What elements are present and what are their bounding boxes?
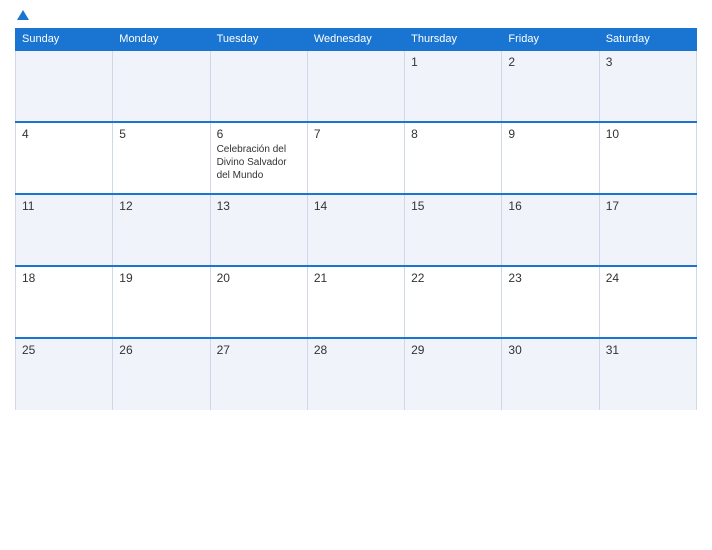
weekday-row: SundayMondayTuesdayWednesdayThursdayFrid… bbox=[16, 29, 697, 51]
calendar-cell: 6 Celebración del Divino Salvador del Mun… bbox=[210, 122, 307, 194]
weekday-header-saturday: Saturday bbox=[599, 29, 696, 51]
day-number: 1 bbox=[411, 55, 495, 69]
day-number: 18 bbox=[22, 271, 106, 285]
calendar-cell: 21 bbox=[307, 266, 404, 338]
calendar-cell bbox=[113, 50, 210, 122]
day-number: 17 bbox=[606, 199, 690, 213]
day-number: 20 bbox=[217, 271, 301, 285]
calendar-cell: 8 bbox=[405, 122, 502, 194]
calendar-body: 123456Celebración del Divino Salvador de… bbox=[16, 50, 697, 410]
calendar-cell: 31 bbox=[599, 338, 696, 410]
week-row-3: 18 19 20 21 22 23 24 bbox=[16, 266, 697, 338]
calendar-cell: 11 bbox=[16, 194, 113, 266]
header bbox=[15, 10, 697, 20]
day-number: 30 bbox=[508, 343, 592, 357]
day-number: 4 bbox=[22, 127, 106, 141]
day-number: 14 bbox=[314, 199, 398, 213]
calendar-cell: 2 bbox=[502, 50, 599, 122]
calendar-cell: 18 bbox=[16, 266, 113, 338]
day-number: 28 bbox=[314, 343, 398, 357]
calendar-cell bbox=[16, 50, 113, 122]
calendar-cell: 19 bbox=[113, 266, 210, 338]
day-number: 12 bbox=[119, 199, 203, 213]
calendar-page: SundayMondayTuesdayWednesdayThursdayFrid… bbox=[0, 0, 712, 550]
logo bbox=[15, 10, 29, 20]
calendar-cell: 26 bbox=[113, 338, 210, 410]
day-number: 13 bbox=[217, 199, 301, 213]
event-label: Celebración del Divino Salvador del Mund… bbox=[217, 143, 301, 182]
calendar-cell: 28 bbox=[307, 338, 404, 410]
day-number: 23 bbox=[508, 271, 592, 285]
day-number: 2 bbox=[508, 55, 592, 69]
day-number: 29 bbox=[411, 343, 495, 357]
calendar-cell: 30 bbox=[502, 338, 599, 410]
day-number: 25 bbox=[22, 343, 106, 357]
day-number: 27 bbox=[217, 343, 301, 357]
calendar-cell: 12 bbox=[113, 194, 210, 266]
day-number: 5 bbox=[119, 127, 203, 141]
calendar-cell: 25 bbox=[16, 338, 113, 410]
day-number: 15 bbox=[411, 199, 495, 213]
calendar-cell: 20 bbox=[210, 266, 307, 338]
calendar-cell: 22 bbox=[405, 266, 502, 338]
calendar-cell: 13 bbox=[210, 194, 307, 266]
day-number: 16 bbox=[508, 199, 592, 213]
week-row-2: 11 12 13 14 15 16 17 bbox=[16, 194, 697, 266]
day-number: 24 bbox=[606, 271, 690, 285]
day-number: 11 bbox=[22, 199, 106, 213]
day-number: 21 bbox=[314, 271, 398, 285]
weekday-header-friday: Friday bbox=[502, 29, 599, 51]
day-number: 22 bbox=[411, 271, 495, 285]
calendar-cell: 14 bbox=[307, 194, 404, 266]
week-row-1: 456 Celebración del Divino Salvador del M… bbox=[16, 122, 697, 194]
calendar-cell: 1 bbox=[405, 50, 502, 122]
calendar-header: SundayMondayTuesdayWednesdayThursdayFrid… bbox=[16, 29, 697, 51]
calendar-cell: 10 bbox=[599, 122, 696, 194]
calendar-cell: 3 bbox=[599, 50, 696, 122]
calendar-cell: 17 bbox=[599, 194, 696, 266]
weekday-header-monday: Monday bbox=[113, 29, 210, 51]
day-number: 19 bbox=[119, 271, 203, 285]
calendar-cell bbox=[307, 50, 404, 122]
day-number: 9 bbox=[508, 127, 592, 141]
day-number: 7 bbox=[314, 127, 398, 141]
week-row-0: 123 bbox=[16, 50, 697, 122]
day-number: 10 bbox=[606, 127, 690, 141]
week-row-4: 25 26 27 28 29 30 31 bbox=[16, 338, 697, 410]
weekday-header-thursday: Thursday bbox=[405, 29, 502, 51]
calendar-cell: 24 bbox=[599, 266, 696, 338]
calendar-cell: 15 bbox=[405, 194, 502, 266]
calendar-cell bbox=[210, 50, 307, 122]
calendar-cell: 4 bbox=[16, 122, 113, 194]
day-number: 6 bbox=[217, 127, 301, 141]
calendar-cell: 16 bbox=[502, 194, 599, 266]
day-number: 8 bbox=[411, 127, 495, 141]
calendar-cell: 5 bbox=[113, 122, 210, 194]
weekday-header-tuesday: Tuesday bbox=[210, 29, 307, 51]
calendar-cell: 9 bbox=[502, 122, 599, 194]
calendar-cell: 23 bbox=[502, 266, 599, 338]
calendar-cell: 27 bbox=[210, 338, 307, 410]
day-number: 31 bbox=[606, 343, 690, 357]
day-number: 3 bbox=[606, 55, 690, 69]
calendar-cell: 7 bbox=[307, 122, 404, 194]
day-number: 26 bbox=[119, 343, 203, 357]
calendar-cell: 29 bbox=[405, 338, 502, 410]
weekday-header-sunday: Sunday bbox=[16, 29, 113, 51]
logo-triangle-icon bbox=[17, 10, 29, 20]
weekday-header-wednesday: Wednesday bbox=[307, 29, 404, 51]
calendar-table: SundayMondayTuesdayWednesdayThursdayFrid… bbox=[15, 28, 697, 410]
